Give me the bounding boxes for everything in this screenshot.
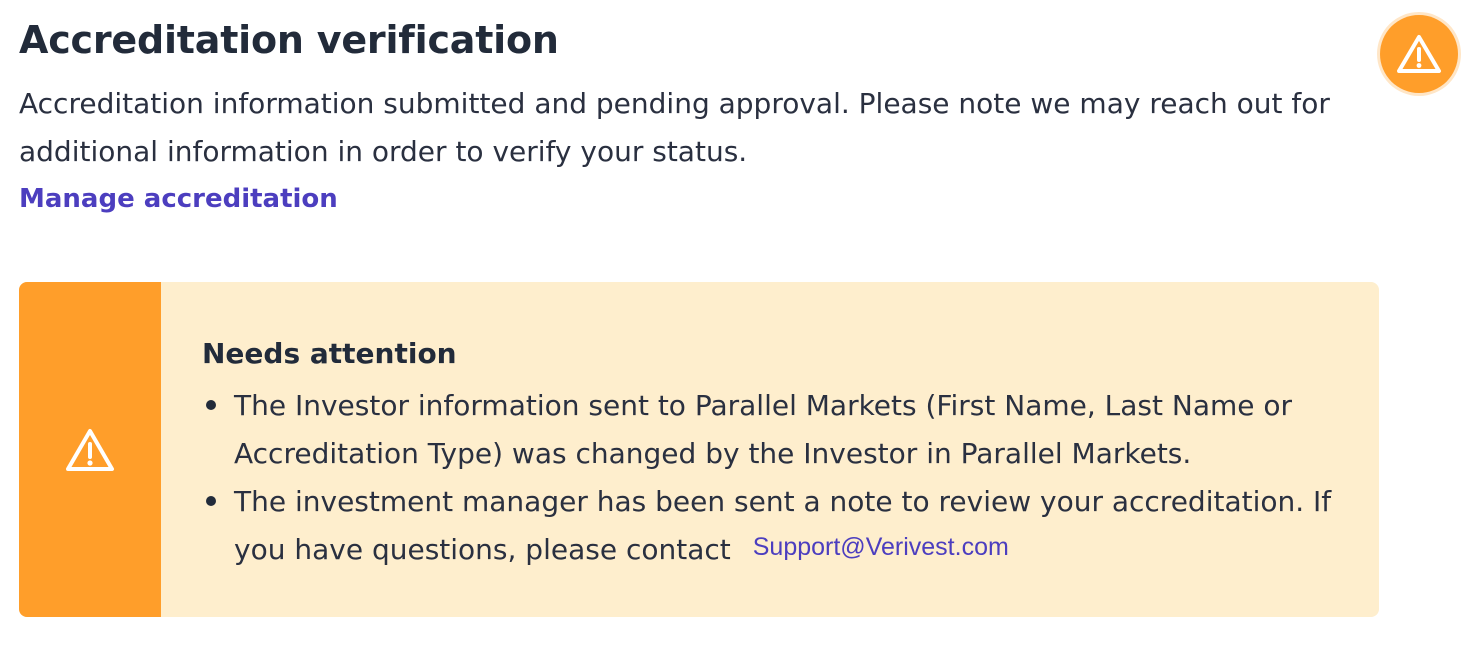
warning-status-icon [1380,15,1458,93]
status-description: Accreditation information submitted and … [19,87,1330,168]
alert-body: Needs attention The Investor information… [161,282,1379,617]
attention-alert: Needs attention The Investor information… [19,282,1379,617]
support-email-link[interactable]: Support@Verivest.com [753,533,1009,561]
alert-list-item: The investment manager has been sent a n… [202,478,1339,575]
bullet-dot [206,400,216,410]
manage-accreditation-link[interactable]: Manage accreditation [19,184,338,214]
warning-icon [66,428,114,471]
page-title: Accreditation verification [19,18,559,62]
alert-list: The Investor information sent to Paralle… [202,382,1339,575]
alert-list-item: The Investor information sent to Paralle… [202,382,1339,478]
bullet-dot [206,496,216,506]
warning-icon [1397,35,1441,73]
alert-item-text: The Investor information sent to Paralle… [234,389,1293,470]
alert-title: Needs attention [202,337,457,370]
alert-accent-bar [19,282,161,617]
